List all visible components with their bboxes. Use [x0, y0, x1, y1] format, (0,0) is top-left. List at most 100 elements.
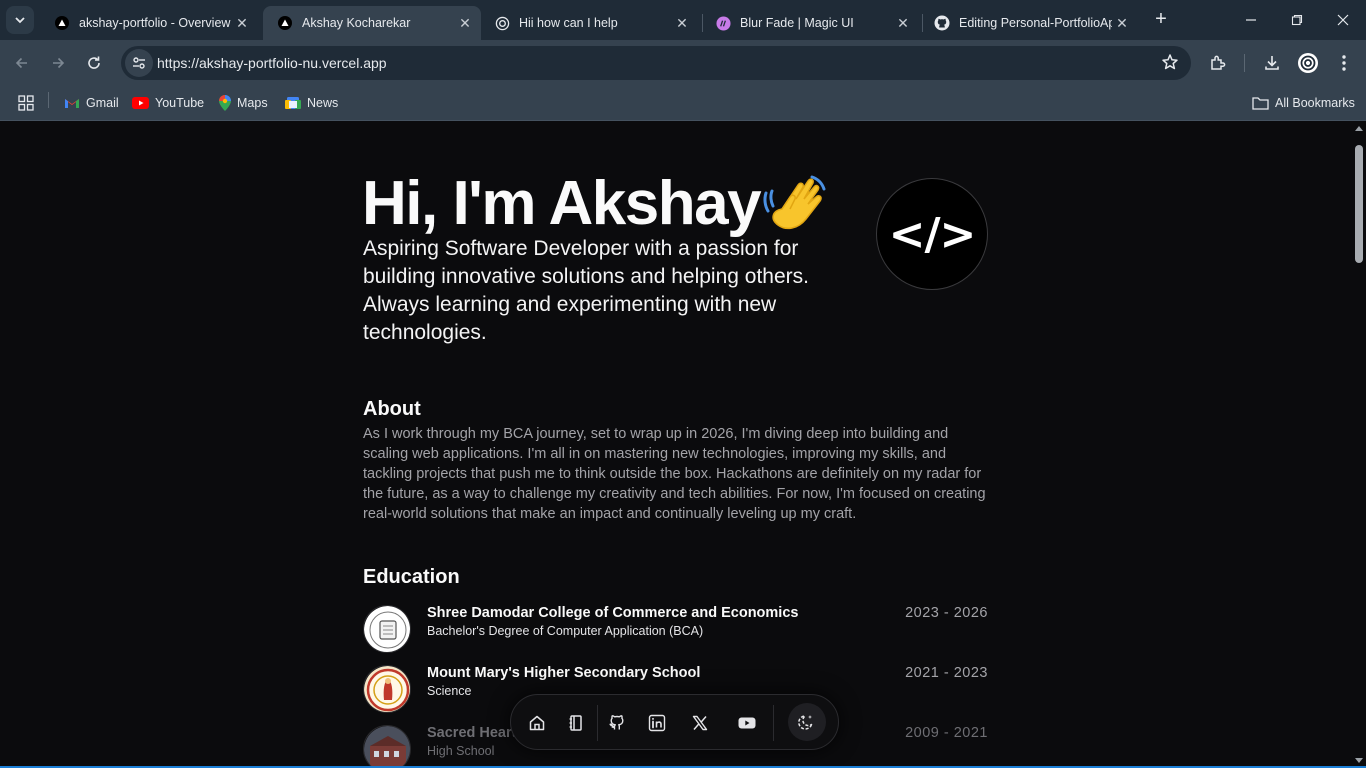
- tab-title: Akshay Kocharekar: [302, 16, 411, 30]
- scroll-thumb[interactable]: [1355, 145, 1363, 263]
- puzzle-icon: [1211, 55, 1226, 70]
- home-button[interactable]: [523, 709, 551, 737]
- education-heading: Education: [363, 566, 460, 588]
- arrow-right-icon: [53, 57, 65, 69]
- bookmark-news[interactable]: News: [285, 93, 338, 113]
- youtube-link[interactable]: [733, 709, 761, 737]
- github-icon: [609, 715, 624, 730]
- tab-title: Hii how can I help: [519, 16, 618, 30]
- hero-subtitle: Aspiring Software Developer with a passi…: [363, 237, 809, 344]
- github-icon: [934, 15, 950, 31]
- school-logo: [363, 725, 411, 768]
- apps-button[interactable]: [18, 93, 34, 113]
- home-icon: [529, 715, 545, 731]
- vercel-icon: [277, 15, 293, 31]
- tab-hii-how-can-i-help[interactable]: Hii how can I help ✕: [480, 6, 698, 40]
- extensions-button[interactable]: [1204, 49, 1232, 77]
- close-window-button[interactable]: [1331, 8, 1355, 32]
- youtube-icon: [132, 97, 149, 109]
- downloads-button[interactable]: [1258, 49, 1286, 77]
- reload-icon: [88, 56, 100, 69]
- degree: Bachelor's Degree of Computer Applicatio…: [427, 624, 704, 638]
- vercel-icon: [54, 15, 70, 31]
- all-bookmarks-label: All Bookmarks: [1275, 96, 1355, 110]
- magicui-icon: [715, 15, 731, 31]
- menu-button[interactable]: [1330, 49, 1358, 77]
- floating-dock: [510, 694, 839, 750]
- profile-button[interactable]: [1294, 49, 1322, 77]
- tab-akshay-portfolio-overview[interactable]: akshay-portfolio - Overview ✕: [40, 6, 258, 40]
- linkedin-icon: [648, 714, 666, 732]
- bookmark-label: Gmail: [86, 96, 119, 110]
- blog-button[interactable]: [562, 709, 590, 737]
- school-name: Shree Damodar College of Commerce and Ec…: [427, 605, 799, 621]
- theme-toggle-icon: [798, 715, 813, 730]
- bookmark-star-icon[interactable]: [1161, 53, 1179, 76]
- site-info-button[interactable]: [125, 49, 153, 77]
- avatar: </>: [876, 178, 988, 290]
- school-name: Mount Mary's Higher Secondary School: [427, 665, 701, 681]
- scroll-up-arrow-icon[interactable]: [1355, 126, 1363, 131]
- close-tab-icon[interactable]: ✕: [455, 13, 475, 33]
- close-tab-icon[interactable]: ✕: [232, 13, 252, 33]
- folder-icon: [1252, 96, 1269, 110]
- theme-toggle-button[interactable]: [788, 703, 826, 741]
- degree: High School: [427, 744, 495, 758]
- tab-akshay-kocharekar[interactable]: Akshay Kocharekar ✕: [263, 6, 481, 40]
- scroll-down-arrow-icon[interactable]: [1355, 758, 1363, 763]
- reload-button[interactable]: [80, 49, 108, 77]
- forward-button[interactable]: [44, 49, 72, 77]
- tab-search-button[interactable]: [6, 6, 34, 34]
- bookmark-gmail[interactable]: Gmail: [64, 93, 119, 113]
- chevron-down-icon: [15, 17, 25, 24]
- apps-grid-icon: [18, 95, 34, 111]
- x-link[interactable]: [686, 709, 714, 737]
- bookmark-maps[interactable]: Maps: [219, 93, 268, 113]
- tab-editing-personal-portfolio[interactable]: Editing Personal-PortfolioAp ✕: [920, 6, 1138, 40]
- close-tab-icon[interactable]: ✕: [1112, 13, 1132, 33]
- bookmark-separator: [48, 92, 49, 108]
- page-scrollbar[interactable]: [1352, 121, 1366, 768]
- chatgpt-icon: [494, 15, 510, 31]
- url-text[interactable]: https://akshay-portfolio-nu.vercel.app: [157, 55, 387, 71]
- all-bookmarks-button[interactable]: All Bookmarks: [1252, 93, 1355, 113]
- about-heading: About: [363, 398, 421, 420]
- gmail-icon: [64, 97, 80, 109]
- school-name: Sacred Heart: [427, 725, 517, 741]
- profile-icon: [1298, 53, 1318, 73]
- new-tab-button[interactable]: +: [1150, 9, 1172, 31]
- bookmark-label: Maps: [237, 96, 268, 110]
- close-tab-icon[interactable]: ✕: [672, 13, 692, 33]
- dock-separator: [597, 705, 598, 741]
- bookmark-label: News: [307, 96, 339, 110]
- linkedin-link[interactable]: [643, 709, 671, 737]
- hero-title: Hi, I'm Akshay: [362, 169, 762, 238]
- tune-icon: [133, 57, 145, 69]
- maps-icon: [219, 95, 231, 111]
- years: 2009 - 2021: [905, 725, 988, 741]
- bookmarks-bar: Gmail YouTube Maps News All Bookmarks: [0, 86, 1366, 121]
- college-logo: [363, 605, 411, 653]
- close-icon: [1337, 14, 1349, 26]
- about-text: As I work through my BCA journey, set to…: [363, 426, 986, 522]
- education-item[interactable]: Shree Damodar College of Commerce and Ec…: [363, 605, 988, 657]
- back-button[interactable]: [8, 49, 36, 77]
- arrow-left-icon: [15, 57, 27, 69]
- restore-button[interactable]: [1285, 8, 1309, 32]
- portfolio-page: Hi, I'm Akshay Aspiring Software Develop…: [0, 121, 1352, 768]
- minimize-icon: [1246, 19, 1256, 21]
- tab-title: akshay-portfolio - Overview: [79, 16, 231, 30]
- news-icon: [285, 96, 301, 110]
- waving-hand-icon: [762, 171, 832, 237]
- close-tab-icon[interactable]: ✕: [893, 13, 913, 33]
- bookmark-label: YouTube: [155, 96, 205, 110]
- minimize-button[interactable]: [1239, 8, 1263, 32]
- address-bar[interactable]: https://akshay-portfolio-nu.vercel.app: [121, 46, 1191, 80]
- tab-title: Blur Fade | Magic UI: [740, 16, 854, 30]
- tab-blur-fade-magic-ui[interactable]: Blur Fade | Magic UI ✕: [701, 6, 919, 40]
- degree: Science: [427, 684, 472, 698]
- bookmark-youtube[interactable]: YouTube: [132, 93, 204, 113]
- github-link[interactable]: [603, 709, 631, 737]
- download-icon: [1265, 56, 1279, 70]
- browser-toolbar: https://akshay-portfolio-nu.vercel.app: [0, 40, 1366, 86]
